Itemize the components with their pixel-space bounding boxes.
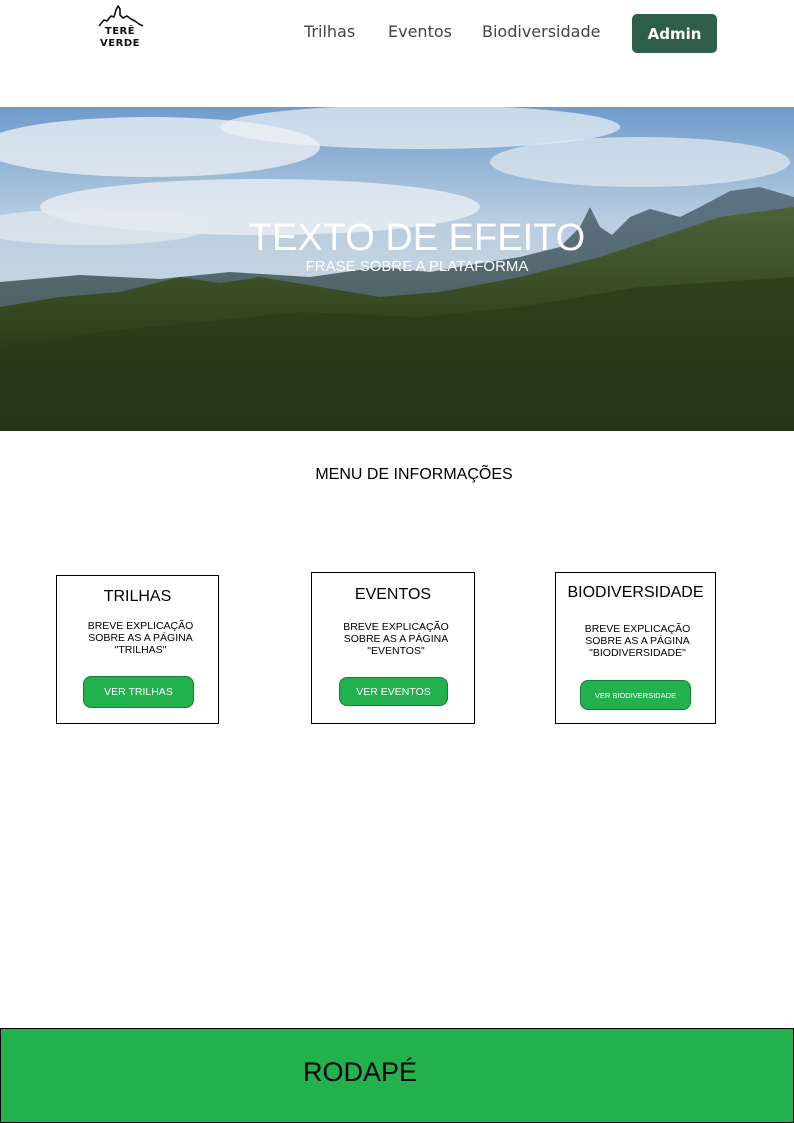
card-description: BREVE EXPLICAÇÃO SOBRE AS A PÁGINA "BIOD… — [584, 623, 691, 659]
menu-title: MENU DE INFORMAÇÕES — [315, 466, 513, 483]
card-title: TRILHAS — [103, 588, 172, 605]
logo-text-line1: TERÊ — [104, 26, 136, 37]
card-title: EVENTOS — [354, 586, 432, 603]
nav-link-trilhas[interactable]: Trilhas — [304, 22, 355, 41]
admin-button[interactable]: Admin — [632, 14, 717, 53]
info-card-eventos: EVENTOS BREVE EXPLICAÇÃO SOBRE AS A PÁGI… — [311, 572, 475, 724]
hero-banner: TEXTO DE EFEITO FRASE SOBRE A PLATAFORMA — [0, 107, 794, 431]
card-description: BREVE EXPLICAÇÃO SOBRE AS A PÁGINA "EVEN… — [343, 621, 449, 657]
info-card-biodiversidade: BIODIVERSIDADE BREVE EXPLICAÇÃO SOBRE AS… — [555, 572, 716, 724]
hero-subtitle: FRASE SOBRE A PLATAFORMA — [305, 258, 529, 275]
logo-text-line2: VERDE — [100, 38, 140, 49]
ver-biodiversidade-button[interactable]: VER BIODIVERSIDADE — [580, 680, 691, 710]
card-title: BIODIVERSIDADE — [567, 584, 704, 601]
ver-eventos-button[interactable]: VER EVENTOS — [339, 677, 448, 706]
nav-link-biodiversidade[interactable]: Biodiversidade — [482, 22, 600, 41]
ver-trilhas-button[interactable]: VER TRILHAS — [83, 676, 194, 708]
hero-title: TEXTO DE EFEITO — [248, 217, 586, 259]
mountain-logo-icon — [98, 5, 144, 27]
site-logo[interactable]: TERÊ VERDE — [94, 4, 146, 52]
site-header: TERÊ VERDE Trilhas Eventos Biodiversidad… — [0, 0, 794, 70]
info-card-trilhas: TRILHAS BREVE EXPLICAÇÃO SOBRE AS A PÁGI… — [56, 575, 219, 724]
nav-link-eventos[interactable]: Eventos — [388, 22, 452, 41]
card-description: BREVE EXPLICAÇÃO SOBRE AS A PÁGINA "TRIL… — [87, 620, 194, 656]
footer-label: RODAPÉ — [303, 1057, 418, 1087]
site-footer: RODAPÉ — [0, 1028, 794, 1123]
